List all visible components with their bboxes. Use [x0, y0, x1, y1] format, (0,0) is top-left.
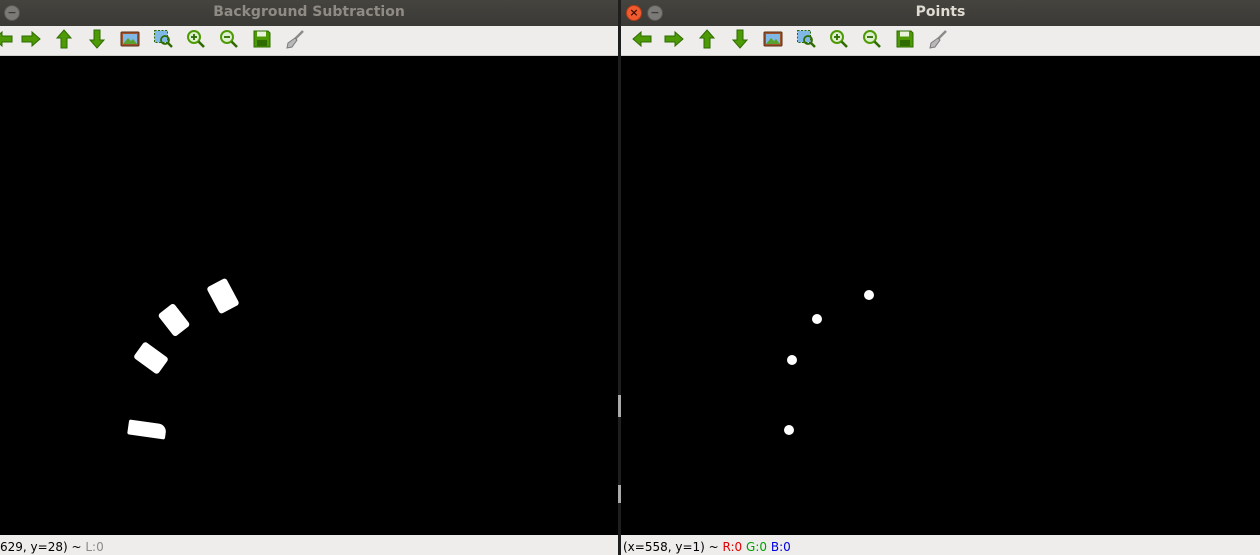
image-icon	[120, 30, 140, 52]
toolbar	[621, 26, 1260, 56]
arrow-right-icon	[21, 30, 41, 52]
zoom-out-button[interactable]	[861, 30, 883, 52]
arrow-left-icon	[632, 30, 652, 52]
properties-button[interactable]	[927, 30, 949, 52]
arrow-down-icon	[88, 29, 106, 53]
image-icon	[763, 30, 783, 52]
pan-right-button[interactable]	[663, 30, 685, 52]
save-icon	[253, 30, 271, 52]
zoom-fit-button[interactable]	[762, 30, 784, 52]
pan-down-button[interactable]	[729, 29, 751, 53]
zoom-out-icon	[219, 29, 239, 53]
pan-left-button[interactable]	[0, 30, 14, 52]
zoom-in-button[interactable]	[185, 30, 207, 52]
background-subtraction-window: − Background Subtraction 629, y=28) ~ L:…	[0, 0, 618, 555]
zoom-original-button[interactable]	[795, 30, 817, 52]
status-bar: (x=558, y=1) ~ R:0 G:0 B:0	[621, 535, 1260, 555]
arrow-up-icon	[55, 29, 73, 53]
save-icon	[896, 30, 914, 52]
zoom-region-icon	[796, 29, 816, 53]
zoom-out-button[interactable]	[218, 30, 240, 52]
arrow-up-icon	[698, 29, 716, 53]
cursor-coordinates: (x=558, y=1) ~	[623, 540, 719, 554]
toolbar	[0, 26, 618, 56]
pan-up-button[interactable]	[696, 29, 718, 53]
foreground-blob	[206, 277, 240, 315]
pixel-value-b: B:0	[770, 540, 791, 554]
pixel-value-r: R:0	[722, 540, 743, 554]
cursor-coordinates: 629, y=28) ~	[0, 540, 82, 554]
points-window: × − Points (x=558, y=1) ~ R:0 G:0 B:0	[621, 0, 1260, 555]
image-canvas[interactable]	[0, 56, 618, 535]
status-bar: 629, y=28) ~ L:0	[0, 535, 618, 555]
pan-left-button[interactable]	[631, 30, 653, 52]
tracked-point	[864, 290, 874, 300]
pixel-value-l: L:0	[85, 540, 104, 554]
arrow-down-icon	[731, 29, 749, 53]
pixel-value-g: G:0	[746, 540, 768, 554]
zoom-original-button[interactable]	[152, 30, 174, 52]
pan-right-button[interactable]	[20, 30, 42, 52]
brush-icon	[285, 29, 305, 53]
zoom-region-icon	[153, 29, 173, 53]
tracked-point	[784, 425, 794, 435]
properties-button[interactable]	[284, 30, 306, 52]
tracked-point	[787, 355, 797, 365]
pan-up-button[interactable]	[53, 29, 75, 53]
save-button[interactable]	[251, 30, 273, 52]
title-bar[interactable]: − Background Subtraction	[0, 0, 618, 26]
brush-icon	[928, 29, 948, 53]
foreground-blob	[132, 341, 170, 375]
window-title: Background Subtraction	[213, 4, 405, 20]
arrow-right-icon	[664, 30, 684, 52]
zoom-in-icon	[829, 29, 849, 53]
pan-down-button[interactable]	[86, 29, 108, 53]
zoom-in-button[interactable]	[828, 30, 850, 52]
arrow-left-icon	[0, 30, 13, 52]
tracked-point	[812, 314, 822, 324]
zoom-out-icon	[862, 29, 882, 53]
zoom-fit-button[interactable]	[119, 30, 141, 52]
foreground-blob	[127, 419, 167, 440]
zoom-in-icon	[186, 29, 206, 53]
window-title: Points	[915, 4, 966, 20]
image-canvas[interactable]	[621, 56, 1260, 535]
save-button[interactable]	[894, 30, 916, 52]
title-bar[interactable]: × − Points	[621, 0, 1260, 26]
foreground-blob	[157, 302, 191, 338]
